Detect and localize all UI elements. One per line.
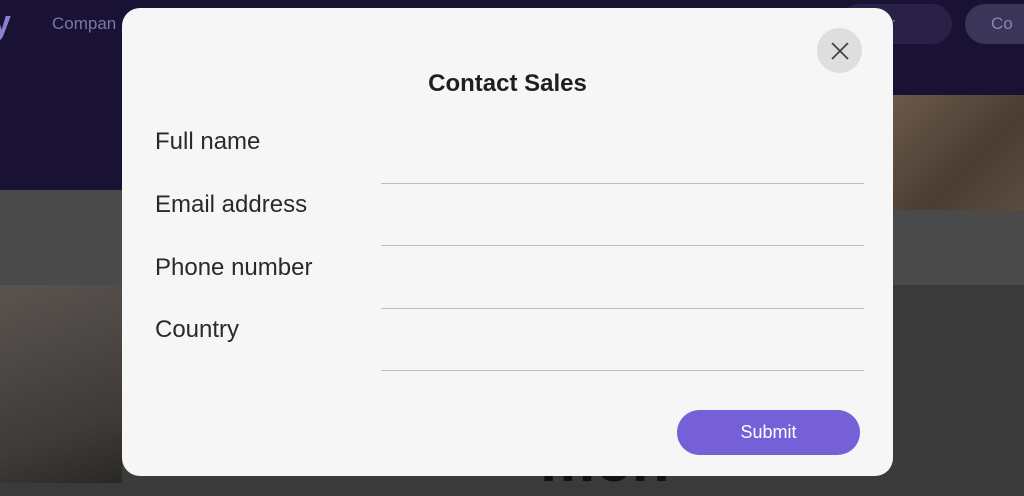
country-label: Country (155, 316, 240, 343)
full-name-label: Full name (155, 128, 261, 155)
email-field[interactable] (381, 203, 864, 246)
background-photo-left (0, 285, 122, 483)
email-address-label: Email address (155, 191, 308, 218)
phone-number-label: Phone number (155, 254, 313, 281)
background-logo: y (0, 4, 11, 42)
background-contact-button: Co (965, 4, 1024, 44)
contact-sales-modal: Contact Sales Full name Email address Ph… (122, 8, 893, 476)
modal-title: Contact Sales (428, 70, 587, 97)
country-field[interactable] (381, 328, 864, 371)
phone-number-field[interactable] (381, 266, 864, 309)
close-icon (830, 41, 849, 60)
background-nav-item: Compan (52, 14, 117, 33)
background-photo (893, 95, 1024, 210)
close-button[interactable] (817, 28, 862, 73)
full-name-field[interactable] (381, 141, 864, 184)
submit-button[interactable]: Submit (677, 410, 860, 455)
